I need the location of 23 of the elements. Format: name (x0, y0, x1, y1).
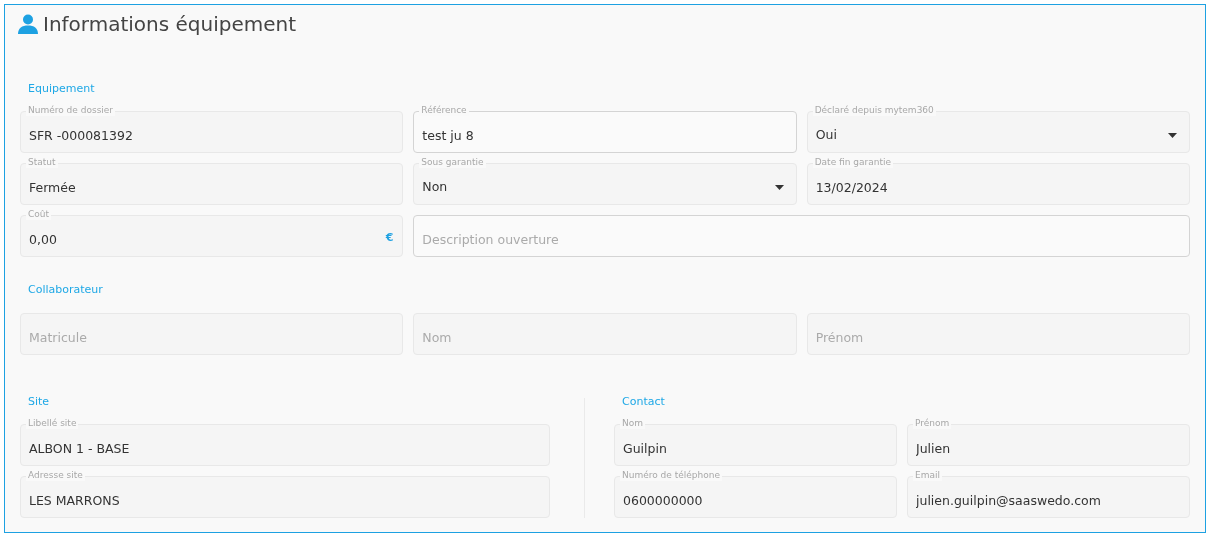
field-label: Numéro de dossier (26, 105, 116, 116)
section-heading: Site (27, 395, 51, 409)
field-label: Référence (419, 105, 469, 116)
field-label: Date fin garantie (812, 157, 893, 168)
field-label: Adresse site (26, 470, 85, 481)
caret-icon (1168, 132, 1177, 138)
field-label: Email (913, 470, 942, 481)
field-label: Nom (620, 418, 645, 429)
user-icon (17, 14, 39, 34)
section-heading: Contact (621, 395, 666, 409)
field-label: Libellé site (26, 418, 79, 429)
input-field[interactable]: Description ouverture (413, 215, 1190, 257)
field-label: Coût (26, 209, 52, 220)
section-heading: Collaborateur (27, 283, 104, 297)
page-title: Informations équipement (43, 11, 297, 37)
section-heading: Equipement (27, 82, 96, 96)
field-label: Numéro de téléphone (620, 470, 722, 481)
field-label: Sous garantie (419, 157, 486, 168)
field-label: Déclaré depuis mytem360 (812, 105, 936, 116)
field-label: Statut (26, 157, 58, 168)
caret-icon (774, 184, 784, 190)
currency-symbol: € (385, 232, 394, 244)
field-label: Prénom (913, 418, 952, 429)
